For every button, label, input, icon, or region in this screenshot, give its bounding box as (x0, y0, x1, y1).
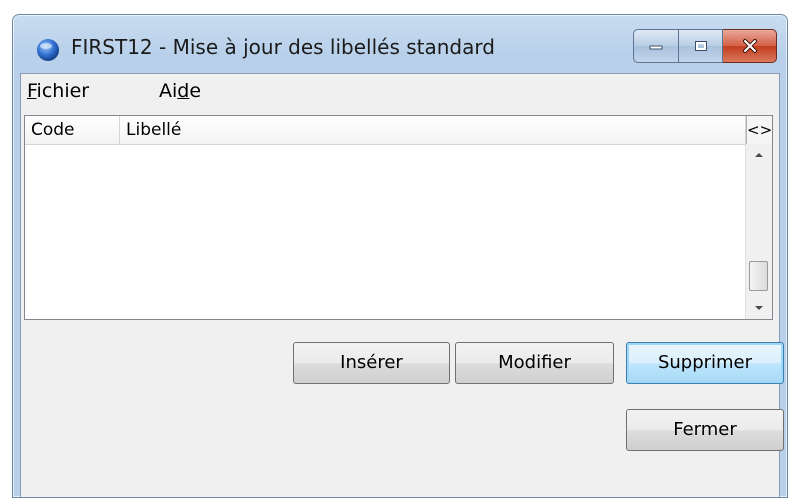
menu-fichier[interactable]: Fichier (27, 80, 89, 102)
column-toggle-button[interactable]: <> (746, 116, 772, 144)
vertical-scrollbar[interactable] (745, 144, 772, 319)
list-header: Code Libellé <> (25, 116, 772, 145)
scroll-down-button[interactable] (746, 297, 772, 319)
labels-list[interactable]: Code Libellé <> (24, 115, 773, 320)
title-bar[interactable]: FIRST12 - Mise à jour des libellés stand… (13, 15, 787, 73)
maximize-icon (694, 41, 707, 51)
scroll-up-button[interactable] (746, 144, 772, 166)
menu-aide-accel: d (177, 80, 190, 102)
window-title: FIRST12 - Mise à jour des libellés stand… (71, 35, 495, 59)
menu-aide[interactable]: Aide (159, 80, 201, 102)
column-header-libelle[interactable]: Libellé (120, 116, 746, 144)
minimize-button[interactable] (633, 29, 679, 63)
menu-aide-suffix: e (189, 80, 202, 102)
menu-bar: Fichier Aide (21, 74, 779, 110)
menu-fichier-accel: F (27, 80, 37, 102)
modify-button[interactable]: Modifier (455, 342, 614, 384)
minimize-icon (649, 45, 663, 50)
caption-buttons (633, 29, 777, 63)
close-icon (742, 39, 757, 53)
scroll-thumb[interactable] (749, 261, 768, 291)
app-window: FIRST12 - Mise à jour des libellés stand… (12, 14, 788, 498)
menu-aide-prefix: Ai (159, 80, 178, 102)
close-button[interactable]: Fermer (626, 409, 784, 451)
menu-fichier-suffix: ichier (36, 80, 90, 102)
arrow-down-icon (755, 306, 763, 310)
maximize-button[interactable] (679, 29, 723, 63)
window-client-area: Fichier Aide Code Libellé <> Insérer Mod… (20, 73, 784, 497)
delete-button[interactable]: Supprimer (626, 342, 784, 384)
insert-button[interactable]: Insérer (293, 342, 450, 384)
arrow-up-icon (755, 153, 763, 157)
close-window-button[interactable] (723, 29, 777, 63)
app-icon (35, 37, 61, 63)
column-header-code[interactable]: Code (25, 116, 120, 144)
